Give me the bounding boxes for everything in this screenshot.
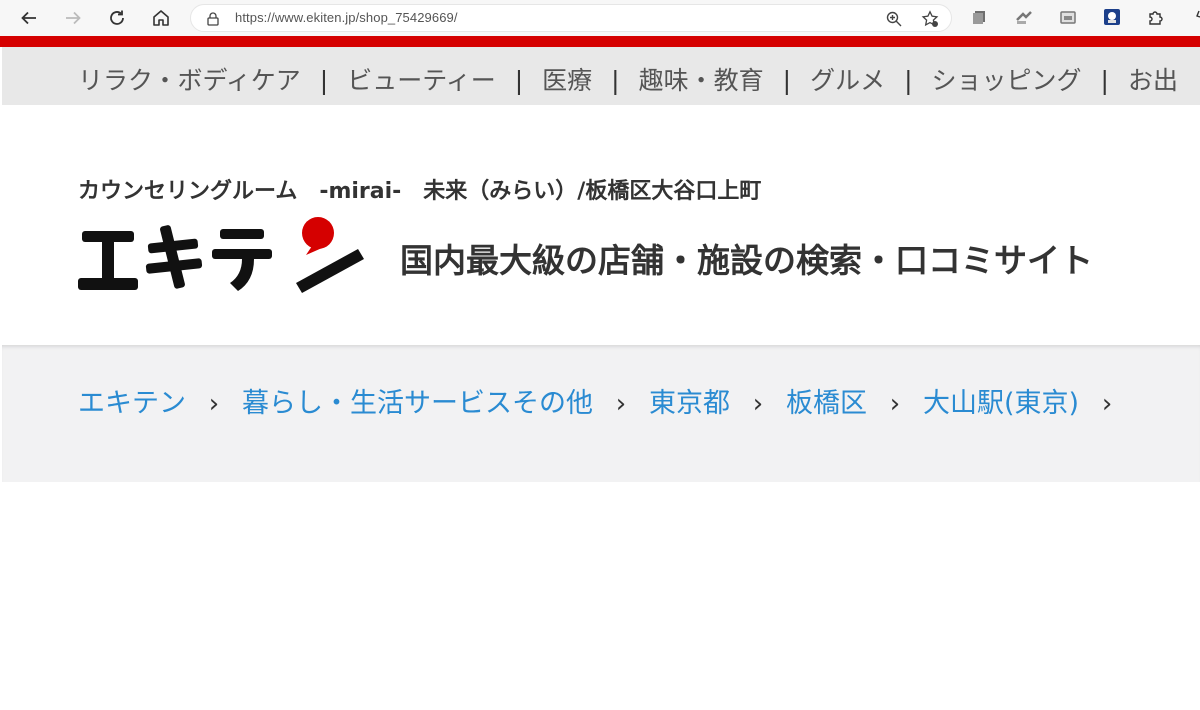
category-outing[interactable]: お出 [1128,61,1178,97]
zoom-icon[interactable] [885,10,903,28]
browser-toolbar: https://www.ekiten.jp/shop_75429669/ [0,0,1200,36]
category-relaxation[interactable]: リラク・ボディケア [78,61,301,97]
lock-icon[interactable] [205,11,221,27]
category-separator: | [319,66,329,95]
category-nav-list: リラク・ボディケア | ビューティー | 医療 | 趣味・教育 | グルメ | ショッピング | お出 [78,61,1178,97]
category-separator: | [1100,66,1109,95]
breadcrumb-item-category[interactable]: 暮らし・生活サービスその他 [242,381,593,420]
category-separator: | [782,66,792,95]
ekiten-logo-graphic [78,217,364,293]
category-separator: | [611,66,620,95]
extension-icon[interactable] [1059,8,1077,26]
category-medical[interactable]: 医療 [542,61,592,97]
breadcrumb-chevron-icon: › [1101,389,1113,419]
back-icon[interactable] [16,5,42,31]
collections-icon[interactable] [970,8,988,26]
site-header: カウンセリングルーム -mirai- 未来（みらい）/板橋区大谷口上町 国内最大… [2,105,1200,345]
breadcrumb-area: エキテン › 暮らし・生活サービスその他 › 東京都 › 板橋区 › 大山駅(東京) › [2,345,1200,482]
category-beauty[interactable]: ビューティー [347,61,496,97]
brand-red-bar [0,36,1200,47]
breadcrumb-item-home[interactable]: エキテン [78,381,186,420]
category-shopping[interactable]: ショッピング [932,61,1082,97]
breadcrumb-item-station[interactable]: 大山駅(東京) [923,381,1079,420]
breadcrumb: エキテン › 暮らし・生活サービスその他 › 東京都 › 板橋区 › 大山駅(東京) › [78,381,1135,420]
forward-icon[interactable] [60,5,86,31]
category-separator: | [514,66,524,95]
favorite-icon[interactable] [921,10,939,28]
site-tagline: 国内最大級の店舗・施設の検索・口コミサイト [400,241,1093,280]
favorites-bar-icon[interactable] [1190,8,1200,26]
breadcrumb-item-prefecture[interactable]: 東京都 [649,381,730,420]
extension-icon[interactable] [1015,8,1033,26]
category-gourmet[interactable]: グルメ [810,61,885,97]
breadcrumb-chevron-icon: › [208,389,220,419]
category-hobby-education[interactable]: 趣味・教育 [639,61,764,97]
breadcrumb-item-ward[interactable]: 板橋区 [786,381,867,420]
home-icon[interactable] [148,5,174,31]
category-nav: リラク・ボディケア | ビューティー | 医療 | 趣味・教育 | グルメ | ショッピング | お出 [2,47,1200,105]
address-bar[interactable]: https://www.ekiten.jp/shop_75429669/ [190,4,952,32]
category-separator: | [904,66,913,95]
reload-icon[interactable] [104,5,130,31]
breadcrumb-chevron-icon: › [752,389,764,419]
url-text[interactable]: https://www.ekiten.jp/shop_75429669/ [235,10,458,25]
shop-title: カウンセリングルーム -mirai- 未来（みらい）/板橋区大谷口上町 [78,179,762,204]
extension-icon[interactable] [1103,8,1121,26]
breadcrumb-chevron-icon: › [615,389,627,419]
breadcrumb-chevron-icon: › [889,389,901,419]
ekiten-logo[interactable] [76,215,366,297]
puzzle-icon[interactable] [1147,8,1165,26]
